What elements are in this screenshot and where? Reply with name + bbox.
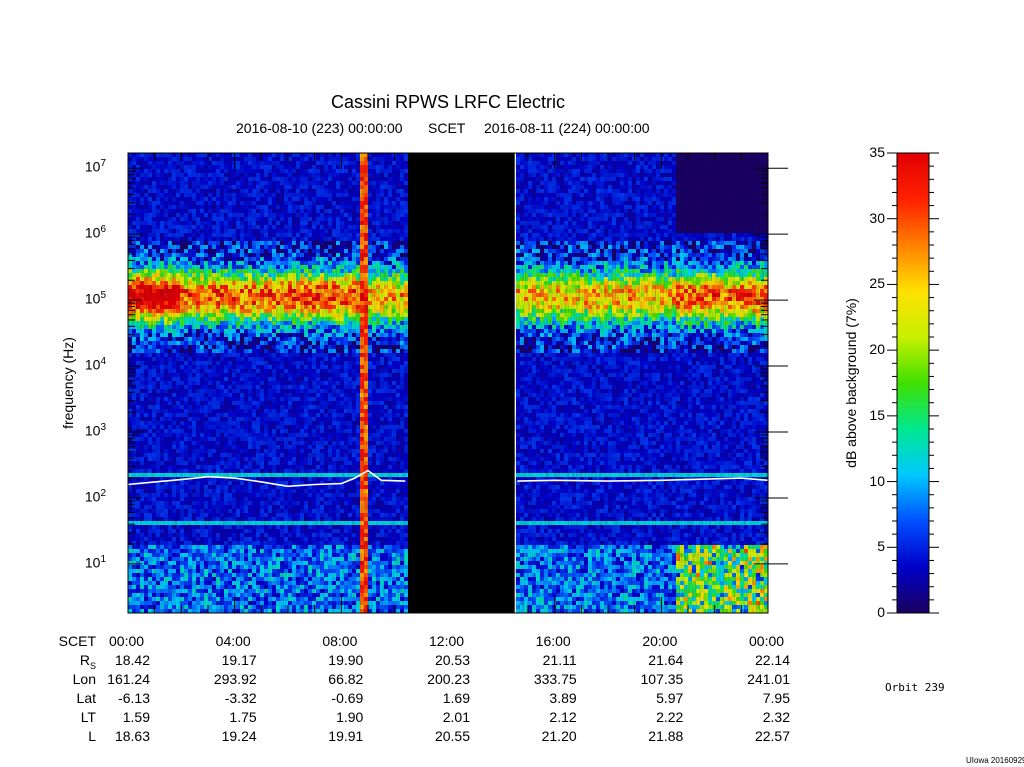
ephemeris-value: 2.12 [549, 709, 577, 725]
x-tick-label: 00:00 [749, 633, 785, 649]
ephemeris-value: -3.32 [224, 690, 257, 706]
credit-label: UIowa 20160929 [966, 756, 1024, 765]
x-tick-label: 04:00 [215, 633, 251, 649]
ephemeris-value: 2.22 [656, 709, 684, 725]
colorbar-label: dB above background (7%) [843, 298, 859, 468]
ephemeris-time-label: SCET [58, 633, 96, 649]
ephemeris-value: -6.13 [118, 690, 150, 706]
ephemeris-value: 21.20 [541, 728, 577, 744]
ephemeris-value: 1.59 [122, 709, 150, 725]
ephemeris-value: 333.75 [533, 671, 577, 687]
ephemeris-value: 66.82 [328, 671, 364, 687]
ephemeris-value: 1.90 [336, 709, 364, 725]
ephemeris-value: 161.24 [107, 671, 150, 687]
ephemeris-value: 293.92 [213, 671, 257, 687]
data-gap [408, 153, 515, 613]
ephemeris-value: 7.95 [762, 690, 790, 706]
x-tick-label: 20:00 [642, 633, 678, 649]
ephemeris-value: 241.01 [747, 671, 790, 687]
ephemeris-value: 21.64 [648, 652, 684, 668]
ephemeris-value: 20.55 [434, 728, 470, 744]
x-tick-label: 08:00 [322, 633, 358, 649]
colorbar-tick-label: 20 [869, 341, 885, 358]
ephemeris-value: 5.97 [656, 690, 684, 706]
x-tick-label: 00:00 [109, 633, 145, 649]
ephemeris-value: 107.35 [640, 671, 684, 687]
ephemeris-value: 2.32 [762, 709, 790, 725]
colorbar-tick-label: 30 [869, 209, 885, 226]
ephemeris-value: 21.11 [542, 652, 577, 668]
ephemeris-value: 22.57 [754, 728, 790, 744]
colorbar-tick-label: 35 [869, 144, 885, 160]
ephemeris-value: 19.90 [328, 652, 364, 668]
colorbar-tick-label: 0 [877, 604, 885, 620]
ephemeris-value: 19.17 [221, 652, 257, 668]
ephemeris-value: -0.69 [331, 690, 364, 706]
ephemeris-value: 200.23 [427, 671, 470, 687]
ephemeris-value: 3.89 [549, 690, 577, 706]
orbit-label: Orbit 239 [885, 681, 945, 694]
colorbar-tick-label: 5 [877, 538, 885, 555]
ephemeris-value: 2.01 [442, 709, 470, 725]
ephemeris-value: 1.69 [442, 690, 470, 706]
ephemeris-value: 21.88 [648, 728, 684, 744]
colorbar [896, 152, 930, 614]
ephemeris-value: 19.91 [328, 728, 364, 744]
colorbar-tick-label: 25 [869, 275, 885, 292]
ephemeris-value: 20.53 [434, 652, 470, 668]
x-tick-label: 12:00 [429, 633, 465, 649]
colorbar-tick-label: 15 [869, 406, 885, 423]
x-tick-label: 16:00 [535, 633, 571, 649]
ephemeris-value: 18.63 [114, 728, 150, 744]
colorbar-tick-label: 10 [869, 472, 885, 489]
ephemeris-value: 1.75 [229, 709, 257, 725]
spectrogram-chart [127, 152, 939, 614]
ephemeris-value: 22.14 [754, 652, 790, 668]
ephemeris-value: 18.42 [114, 652, 150, 668]
ephemeris-value: 19.24 [221, 728, 257, 744]
